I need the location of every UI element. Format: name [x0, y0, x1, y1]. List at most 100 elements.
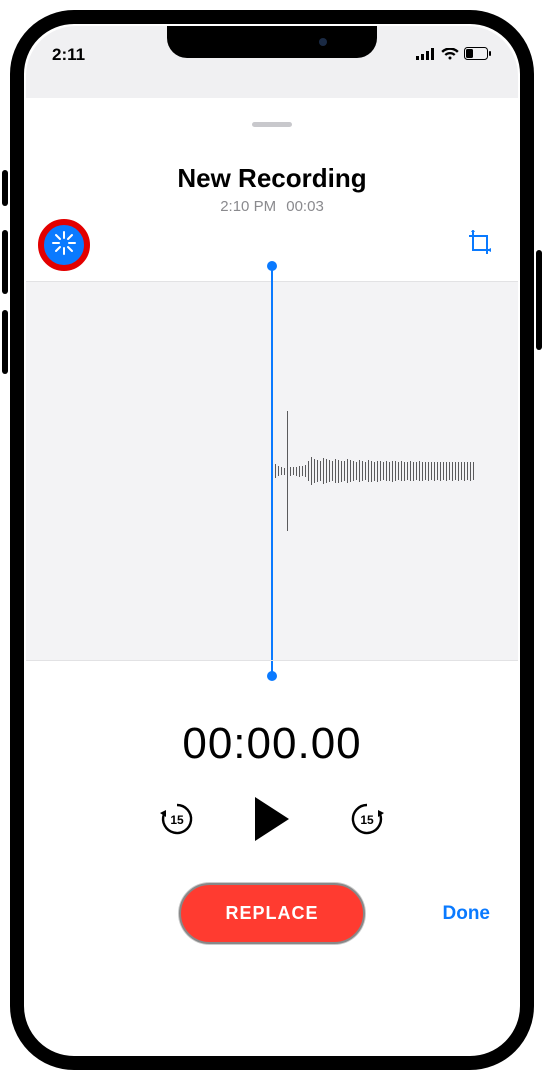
waveform-bar — [359, 460, 360, 482]
playhead[interactable] — [271, 265, 273, 677]
waveform-bar — [287, 411, 288, 531]
phone-frame: 2:11 New Recording 2:10 PM 00:03 — [10, 10, 534, 1070]
waveform-bar — [371, 461, 372, 482]
waveform-bar — [428, 462, 429, 481]
waveform-bar — [431, 462, 432, 480]
status-time: 2:11 — [52, 45, 85, 65]
waveform-bar — [314, 459, 315, 483]
skip-forward-15-button[interactable]: 15 — [347, 799, 387, 839]
waveform-bar — [347, 459, 348, 483]
recording-subtitle: 2:10 PM 00:03 — [26, 198, 518, 215]
waveform-bar — [464, 462, 465, 481]
waveform — [272, 401, 492, 541]
waveform-bar — [461, 462, 462, 480]
waveform-bar — [398, 462, 399, 480]
waveform-bar — [350, 460, 351, 482]
waveform-bar — [311, 457, 312, 485]
sheet-grabber[interactable] — [252, 122, 292, 127]
waveform-bar — [449, 462, 450, 480]
waveform-bar — [419, 461, 420, 481]
waveform-bar — [458, 462, 459, 481]
waveform-bar — [329, 460, 330, 482]
enhance-sparkle-icon — [51, 230, 77, 261]
waveform-bar — [470, 462, 471, 481]
editor-sheet: New Recording 2:10 PM 00:03 — [26, 122, 518, 1054]
waveform-bar — [341, 461, 342, 482]
phone-volume-up — [2, 230, 8, 294]
waveform-bar — [395, 461, 396, 481]
waveform-bar — [302, 466, 303, 476]
svg-text:15: 15 — [170, 813, 184, 827]
waveform-bar — [332, 461, 333, 481]
phone-notch — [167, 26, 377, 58]
waveform-bar — [299, 466, 300, 477]
playback-position: 00:00.00 — [26, 719, 518, 769]
play-button[interactable] — [255, 797, 289, 841]
wifi-icon — [441, 45, 459, 65]
waveform-bar — [452, 462, 453, 481]
waveform-bar — [407, 462, 408, 480]
crop-icon — [467, 230, 493, 261]
phone-mute-switch — [2, 170, 8, 206]
waveform-scrubber[interactable] — [26, 281, 518, 661]
waveform-bar — [284, 468, 285, 475]
waveform-bar — [281, 467, 282, 475]
replace-button[interactable]: REPLACE — [179, 883, 364, 944]
waveform-bar — [335, 459, 336, 483]
waveform-bar — [443, 462, 444, 480]
trim-button[interactable] — [464, 229, 496, 261]
waveform-bar — [389, 462, 390, 481]
waveform-bar — [305, 465, 306, 477]
waveform-bar — [344, 461, 345, 481]
waveform-bar — [467, 462, 468, 480]
waveform-bar — [317, 460, 318, 482]
waveform-bar — [368, 460, 369, 482]
waveform-bar — [323, 458, 324, 484]
waveform-bar — [290, 467, 291, 476]
waveform-bar — [296, 467, 297, 476]
waveform-bar — [365, 462, 366, 480]
waveform-bar — [353, 461, 354, 481]
waveform-bar — [425, 462, 426, 480]
waveform-bar — [440, 462, 441, 481]
waveform-bar — [362, 461, 363, 481]
waveform-bar — [455, 462, 456, 480]
waveform-bar — [401, 461, 402, 481]
waveform-bar — [338, 460, 339, 483]
waveform-bar — [434, 462, 435, 481]
waveform-bar — [392, 461, 393, 482]
svg-text:15: 15 — [360, 813, 374, 827]
waveform-bar — [377, 461, 378, 482]
done-button[interactable]: Done — [443, 903, 491, 925]
skip-back-15-button[interactable]: 15 — [157, 799, 197, 839]
waveform-bar — [413, 462, 414, 481]
waveform-bar — [404, 462, 405, 481]
waveform-bar — [356, 462, 357, 480]
waveform-bar — [380, 461, 381, 481]
waveform-bar — [308, 461, 309, 481]
sheet-backdrop — [26, 74, 518, 98]
waveform-bar — [293, 467, 294, 475]
battery-icon — [464, 45, 492, 65]
phone-power-button — [536, 250, 542, 350]
recording-clock-time: 2:10 PM — [220, 198, 276, 215]
recording-duration: 00:03 — [286, 198, 324, 215]
waveform-bar — [473, 462, 474, 480]
waveform-bar — [416, 462, 417, 480]
waveform-bar — [374, 462, 375, 481]
waveform-bar — [410, 461, 411, 481]
waveform-bar — [437, 462, 438, 480]
waveform-bar — [326, 459, 327, 483]
playback-controls: 15 15 — [26, 797, 518, 841]
waveform-bar — [275, 464, 276, 478]
waveform-bar — [422, 462, 423, 481]
waveform-bar — [320, 461, 321, 481]
recording-title[interactable]: New Recording — [26, 163, 518, 194]
phone-volume-down — [2, 310, 8, 374]
waveform-bar — [446, 462, 447, 481]
waveform-bar — [383, 462, 384, 480]
waveform-bar — [278, 466, 279, 476]
signal-icon — [416, 45, 436, 65]
waveform-bar — [386, 461, 387, 481]
enhance-recording-button[interactable] — [44, 225, 84, 265]
